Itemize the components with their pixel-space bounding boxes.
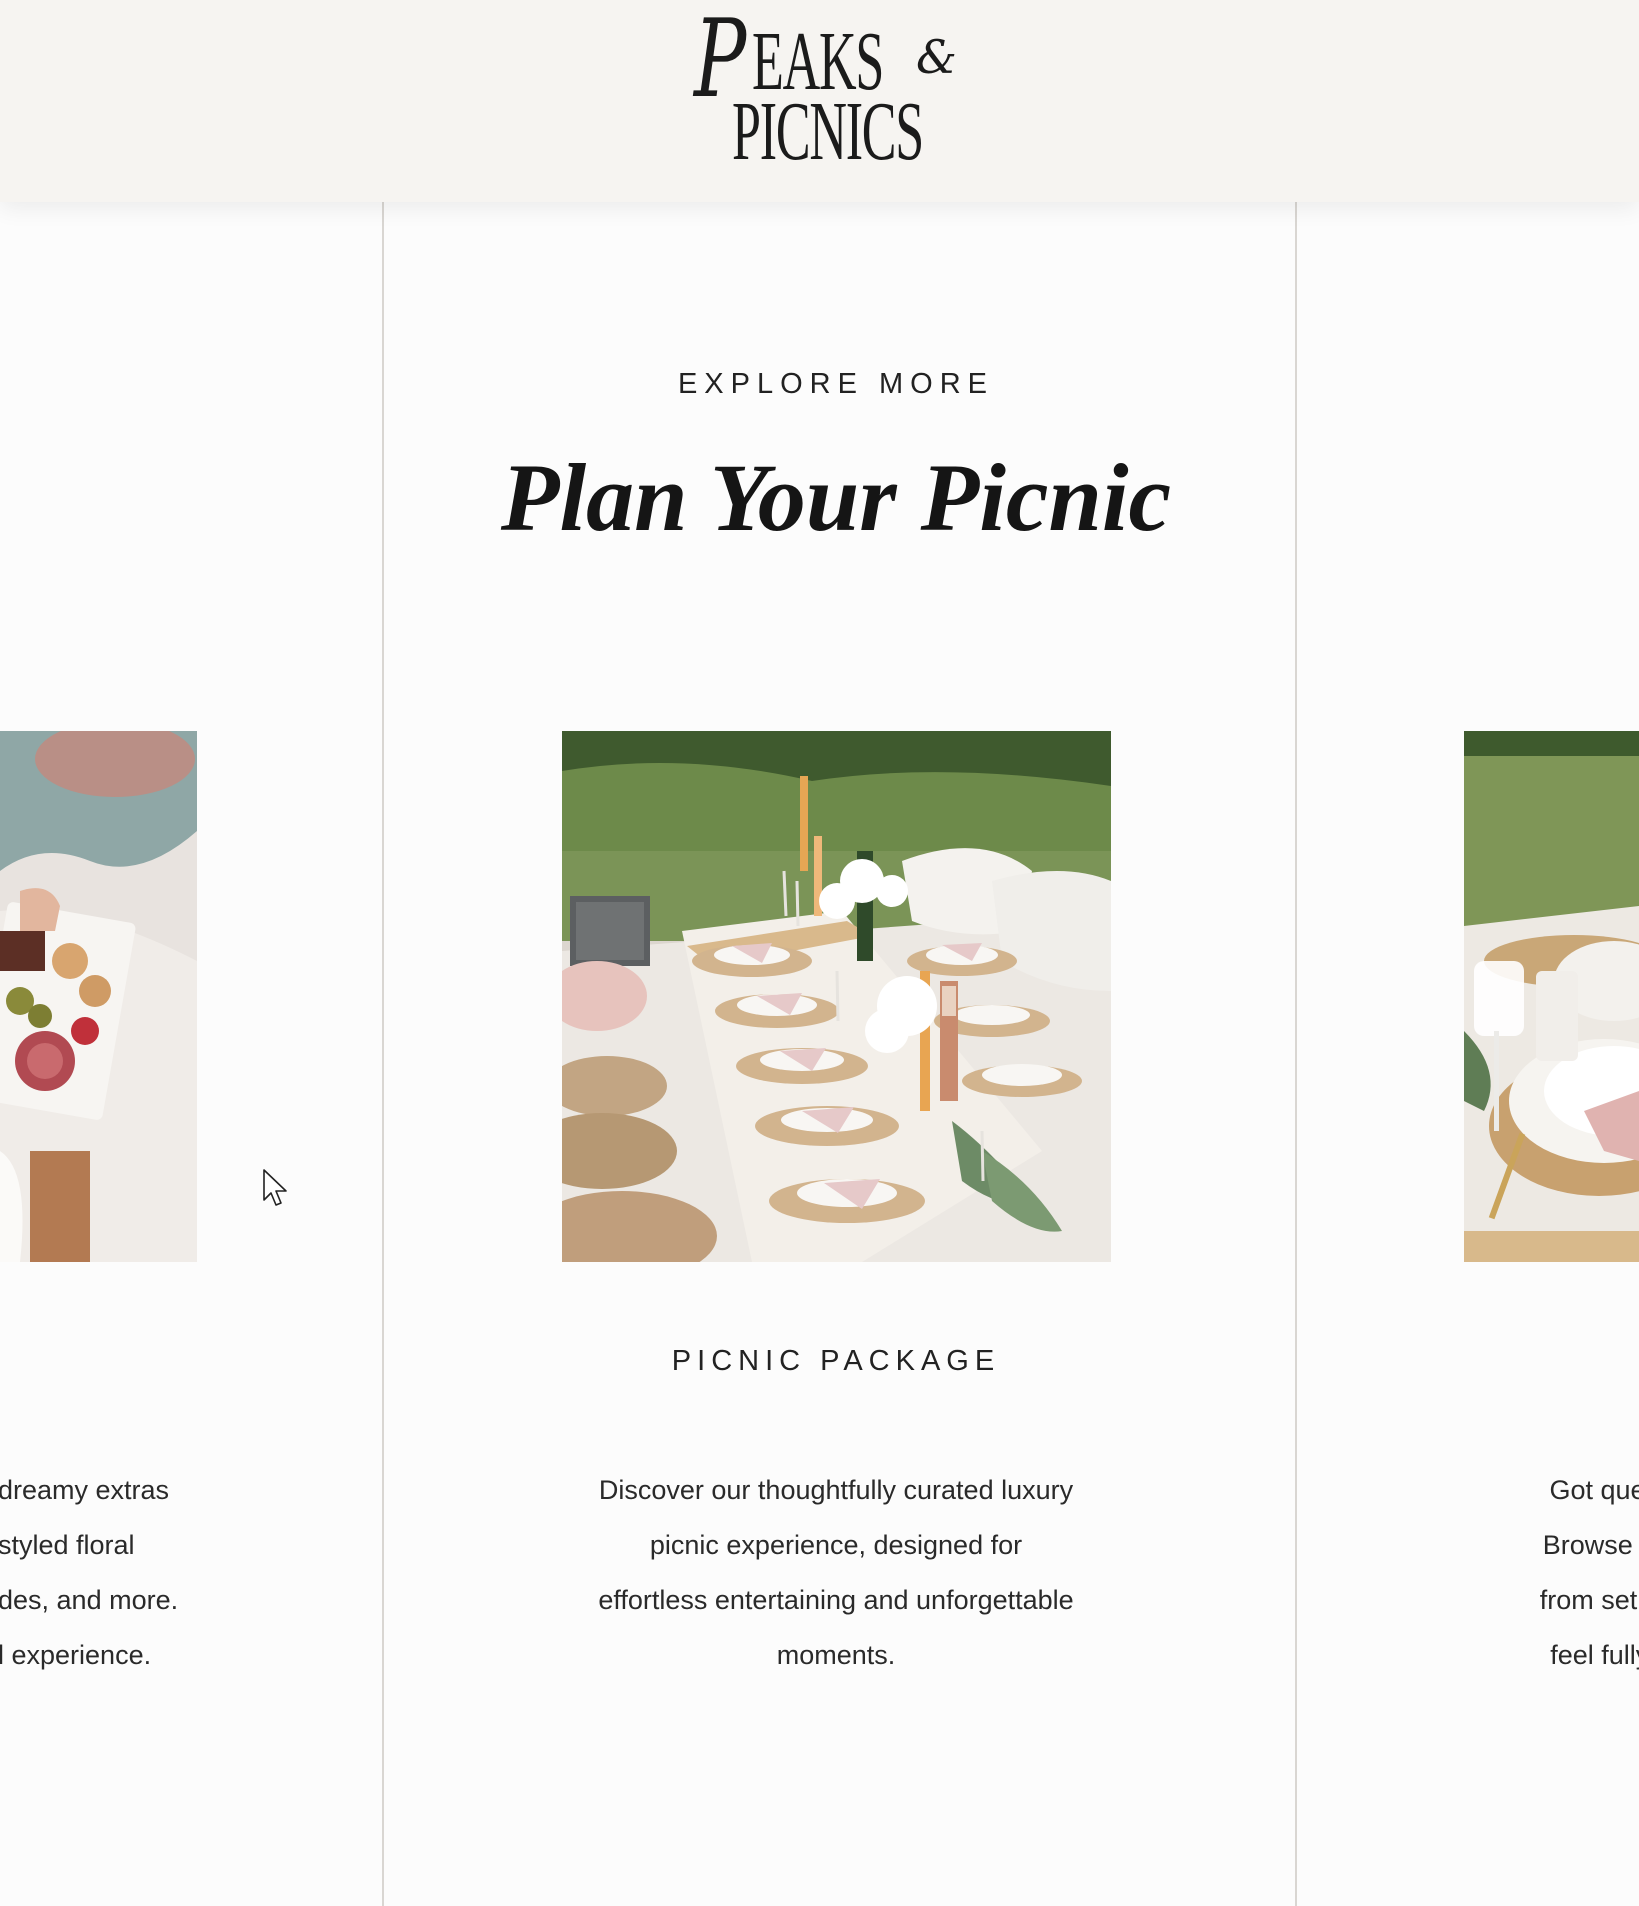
section-title: Plan Your Picnic [500,444,1172,551]
panel-divider-right [1295,202,1297,1906]
section-eyebrow: EXPLORE MORE [677,368,995,400]
picnic-package-description: Discover our thoughtfully curated luxury… [598,1475,1074,1670]
card-right-image[interactable] [1464,731,1639,1262]
mouse-cursor-icon [263,1169,287,1206]
charcuterie-photo [0,731,197,1262]
picnic-package-image[interactable] [562,731,1111,1262]
card-left-image[interactable] [0,731,197,1262]
brand-logo[interactable]: P EAKS & PICNICS [690,2,980,178]
table-setting-photo [1464,731,1639,1262]
site-header: P EAKS & PICNICS [0,0,1639,202]
picnic-package-title[interactable]: PICNIC PACKAGE [556,1345,1116,1378]
picnic-table-photo [562,731,1111,1262]
logo-ampersand: & [916,30,957,84]
card-left-description: dreamy extras styled floral des, and mor… [0,1475,179,1670]
logo-line-2: PICNICS [732,85,924,178]
card-right-description: Got questi Browse our from setup t feel … [1539,1475,1639,1670]
